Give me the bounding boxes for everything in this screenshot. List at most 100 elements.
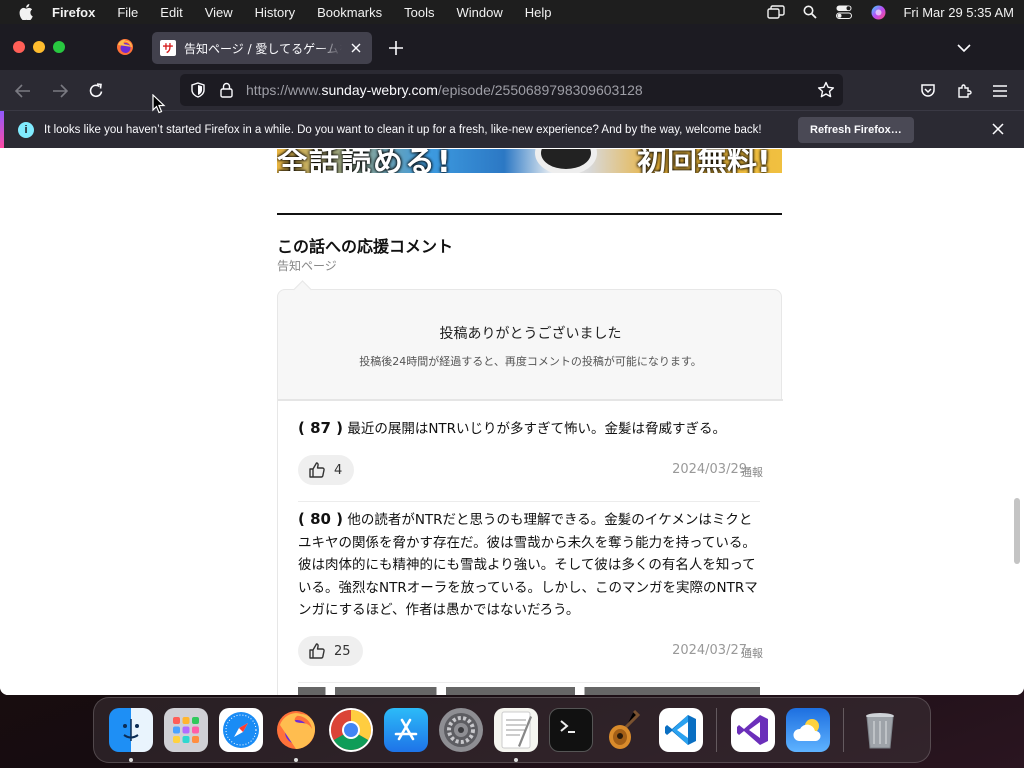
visual-studio-icon[interactable] bbox=[730, 708, 775, 752]
menu-view[interactable]: View bbox=[205, 5, 233, 20]
pinned-tab-firefox-icon[interactable] bbox=[116, 38, 134, 56]
banner-character-image bbox=[535, 149, 597, 173]
url-text[interactable]: https://www.sunday-webry.com/episode/255… bbox=[246, 82, 643, 98]
refresh-firefox-notification-bar: i It looks like you haven’t started Fire… bbox=[0, 110, 1024, 148]
menu-bookmarks[interactable]: Bookmarks bbox=[317, 5, 382, 20]
site-security-lock-icon[interactable] bbox=[218, 82, 234, 98]
tab-bar: サ 告知ページ / 愛してるゲームを終わらせたい bbox=[0, 24, 1024, 70]
promo-banner-image[interactable]: 全話読める! 初回無料! bbox=[277, 149, 782, 173]
apple-menu-icon[interactable] bbox=[18, 4, 34, 20]
banner-right-text: 初回無料! bbox=[637, 149, 771, 173]
next-comment-cutoff bbox=[298, 687, 760, 695]
list-all-tabs-chevron-down-icon[interactable] bbox=[956, 40, 972, 56]
tracking-protection-shield-icon[interactable] bbox=[190, 82, 206, 98]
section-divider bbox=[277, 213, 782, 215]
weather-icon[interactable] bbox=[785, 708, 830, 752]
window-controls bbox=[13, 41, 65, 53]
hamburger-menu-icon[interactable] bbox=[991, 82, 1009, 100]
chrome-icon[interactable] bbox=[328, 708, 373, 752]
running-indicator bbox=[128, 758, 133, 762]
comment-text: 最近の展開はNTRいじりが多すぎて怖い。金髪は脅威すぎる。 bbox=[347, 421, 727, 437]
like-button[interactable]: 25 bbox=[298, 636, 363, 666]
extensions-puzzle-icon[interactable] bbox=[955, 82, 973, 100]
comment-item: ( 80 ) 他の読者がNTRだと思うのも理解できる。金髪のイケメンはミクとユキ… bbox=[298, 508, 760, 622]
notification-close-icon[interactable] bbox=[992, 123, 1006, 137]
like-count: 25 bbox=[334, 643, 351, 659]
dock bbox=[93, 697, 931, 763]
report-link[interactable]: 通報 bbox=[741, 464, 763, 480]
address-bar[interactable]: https://www.sunday-webry.com/episode/255… bbox=[180, 74, 843, 106]
finder-icon[interactable] bbox=[108, 708, 153, 762]
bookmark-star-icon[interactable] bbox=[817, 81, 835, 99]
screen-mirroring-icon[interactable] bbox=[767, 4, 786, 20]
url-domain: sunday-webry.com bbox=[321, 82, 438, 98]
firefox-window: サ 告知ページ / 愛してるゲームを終わらせたい bbox=[0, 24, 1024, 695]
terminal-icon[interactable] bbox=[548, 708, 593, 752]
window-minimize-button[interactable] bbox=[33, 41, 45, 53]
siri-icon[interactable] bbox=[869, 4, 887, 20]
textedit-icon[interactable] bbox=[493, 708, 538, 762]
comment-separator bbox=[298, 682, 760, 683]
app-store-icon[interactable] bbox=[383, 708, 428, 752]
tab-close-icon[interactable] bbox=[348, 40, 364, 56]
comment-body: ( 87 ) 最近の展開はNTRいじりが多すぎて怖い。金髪は脅威すぎる。 bbox=[298, 417, 760, 441]
tab-active[interactable]: サ 告知ページ / 愛してるゲームを終わらせたい bbox=[152, 32, 372, 64]
comment-list: ( 87 ) 最近の展開はNTRいじりが多すぎて怖い。金髪は脅威すぎる。 4 2… bbox=[278, 401, 783, 695]
window-close-button[interactable] bbox=[13, 41, 25, 53]
comments-section-subtitle: 告知ページ bbox=[277, 259, 337, 273]
thumbs-up-icon bbox=[309, 462, 325, 478]
notification-message: It looks like you haven’t started Firefo… bbox=[44, 123, 762, 136]
comment-body: ( 80 ) 他の読者がNTRだと思うのも理解できる。金髪のイケメンはミクとユキ… bbox=[298, 508, 760, 622]
trash-icon[interactable] bbox=[858, 708, 902, 752]
pocket-icon[interactable] bbox=[919, 82, 937, 100]
back-arrow-icon[interactable] bbox=[14, 82, 32, 100]
report-link[interactable]: 通報 bbox=[741, 645, 763, 661]
info-icon: i bbox=[18, 121, 34, 138]
control-center-icon[interactable] bbox=[835, 4, 853, 20]
menu-app-firefox[interactable]: Firefox bbox=[52, 5, 95, 20]
safari-icon[interactable] bbox=[218, 708, 263, 752]
new-tab-plus-icon[interactable] bbox=[387, 39, 405, 57]
menu-help[interactable]: Help bbox=[525, 5, 552, 20]
window-zoom-button[interactable] bbox=[53, 41, 65, 53]
thumbs-up-icon bbox=[309, 643, 325, 659]
url-prefix: https://www. bbox=[246, 82, 322, 98]
spotlight-search-icon[interactable] bbox=[801, 4, 819, 20]
dock-separator bbox=[716, 708, 717, 752]
system-preferences-gear-icon[interactable] bbox=[438, 708, 483, 752]
web-page-content: 全話読める! 初回無料! この話への応援コメント 告知ページ 投稿ありがとうござ… bbox=[0, 149, 1024, 695]
banner-left-text: 全話読める! bbox=[277, 149, 453, 173]
running-indicator bbox=[293, 758, 298, 762]
mouse-cursor-icon bbox=[152, 94, 166, 114]
garageband-guitar-icon[interactable] bbox=[604, 708, 648, 752]
comment-text: 他の読者がNTRだと思うのも理解できる。金髪のイケメンはミクとユキヤの関係を脅か… bbox=[298, 512, 758, 618]
menu-tools[interactable]: Tools bbox=[404, 5, 434, 20]
post-thanks-message: 投稿後24時間が経過すると、再度コメントの投稿が可能になります。 bbox=[359, 355, 702, 368]
comments-card: 投稿ありがとうございました 投稿後24時間が経過すると、再度コメントの投稿が可能… bbox=[277, 289, 783, 695]
url-path: /episode/2550689798309603128 bbox=[437, 82, 643, 98]
menu-edit[interactable]: Edit bbox=[160, 5, 182, 20]
launchpad-icon[interactable] bbox=[163, 708, 208, 752]
menubar-clock[interactable]: Fri Mar 29 5:35 AM bbox=[903, 5, 1014, 20]
menu-window[interactable]: Window bbox=[457, 5, 503, 20]
comment-date: 2024/03/29 bbox=[672, 462, 747, 477]
menu-file[interactable]: File bbox=[117, 5, 138, 20]
forward-arrow-icon[interactable] bbox=[51, 82, 69, 100]
comment-number: ( 87 ) bbox=[298, 419, 344, 437]
menu-bar: Firefox File Edit View History Bookmarks… bbox=[0, 0, 1024, 24]
menu-history[interactable]: History bbox=[255, 5, 295, 20]
comment-separator bbox=[298, 501, 760, 502]
running-indicator bbox=[513, 758, 518, 762]
firefox-icon[interactable] bbox=[274, 708, 318, 762]
refresh-firefox-button[interactable]: Refresh Firefox… bbox=[798, 117, 914, 143]
page-scrollbar-thumb[interactable] bbox=[1014, 498, 1020, 564]
post-thanks-title: 投稿ありがとうございました bbox=[439, 326, 622, 342]
comment-date: 2024/03/27 bbox=[672, 643, 747, 658]
vscode-icon[interactable] bbox=[658, 708, 703, 752]
dock-separator bbox=[843, 708, 844, 752]
tab-title: 告知ページ / 愛してるゲームを終わらせたい bbox=[184, 41, 342, 56]
reload-icon[interactable] bbox=[87, 82, 105, 100]
site-favicon-icon: サ bbox=[160, 40, 176, 56]
like-button[interactable]: 4 bbox=[298, 455, 355, 485]
like-count: 4 bbox=[334, 462, 343, 478]
